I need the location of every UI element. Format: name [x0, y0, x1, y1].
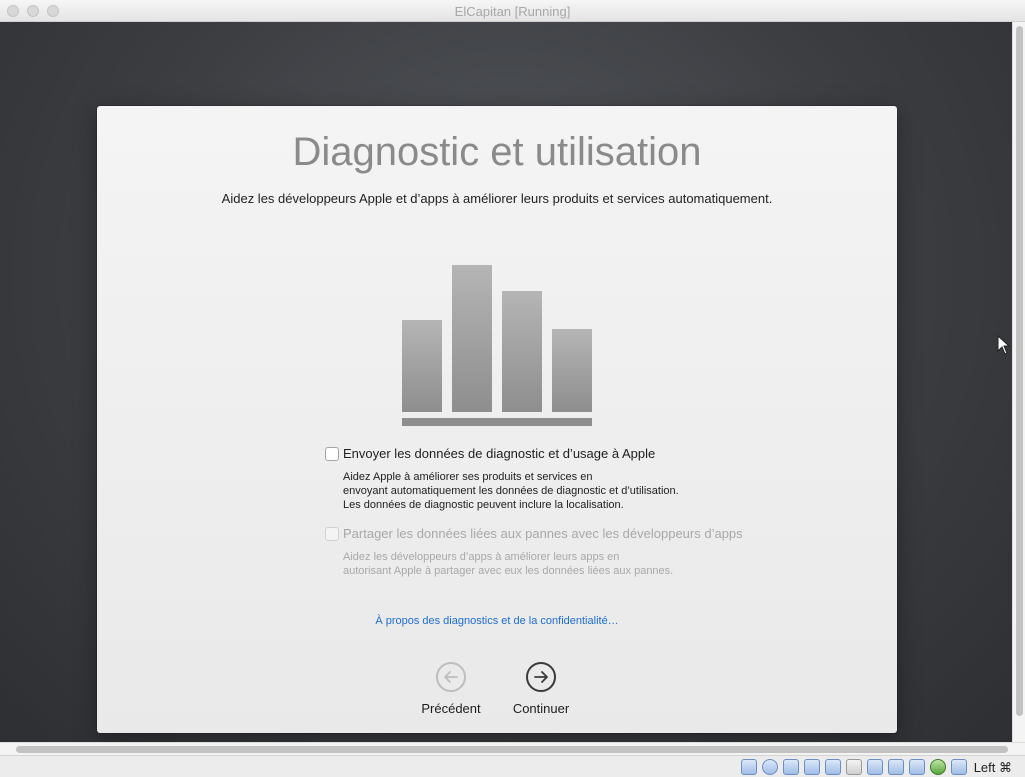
share-crash-data-label: Partager les données liées aux pannes av…	[343, 526, 743, 541]
privacy-link[interactable]: À propos des diagnostics et de la confid…	[97, 615, 897, 627]
display-icon[interactable]	[867, 759, 883, 775]
illustration-bar	[552, 329, 592, 412]
vertical-scrollbar-thumb[interactable]	[1016, 26, 1023, 716]
illustration-bar	[402, 320, 442, 412]
network-icon[interactable]	[804, 759, 820, 775]
page-subtitle: Aidez les développeurs Apple et d’apps à…	[221, 191, 773, 206]
host-key-label: Left ⌘	[973, 760, 1012, 775]
forward-arrow-icon	[526, 662, 556, 692]
hard-disk-icon[interactable]	[741, 759, 757, 775]
illustration-bar	[452, 265, 492, 412]
send-diagnostics-desc-line: envoyant automatiquement les données de …	[343, 485, 679, 497]
video-capture-icon[interactable]	[888, 759, 904, 775]
share-crash-data-checkbox[interactable]	[325, 527, 339, 541]
continue-label: Continuer	[512, 701, 570, 716]
download-icon[interactable]	[951, 759, 967, 775]
horizontal-scrollbar[interactable]	[0, 742, 1025, 755]
share-crash-data-desc-line: Aidez les développeurs d’apps à améliore…	[343, 551, 620, 563]
mouse-pointer-icon	[997, 335, 1011, 355]
illustration-bar	[502, 291, 542, 412]
continue-button[interactable]: Continuer	[496, 662, 586, 716]
back-label: Précédent	[421, 701, 481, 716]
window-titlebar: ElCapitan [Running]	[0, 0, 1025, 22]
bar-chart-illustration-icon	[402, 256, 592, 426]
optical-drive-icon[interactable]	[762, 759, 778, 775]
guest-display[interactable]: Diagnostic et utilisation Aidez les déve…	[0, 22, 1012, 742]
send-diagnostics-label[interactable]: Envoyer les données de diagnostic et d’u…	[343, 446, 655, 461]
send-diagnostics-desc-line: Aidez Apple à améliorer ses produits et …	[343, 471, 593, 483]
setup-assistant-panel: Diagnostic et utilisation Aidez les déve…	[97, 106, 897, 733]
back-button[interactable]: Précédent	[406, 662, 496, 716]
horizontal-scrollbar-thumb[interactable]	[16, 746, 1008, 753]
window-title: ElCapitan [Running]	[454, 4, 571, 19]
mouse-integration-icon[interactable]	[930, 759, 946, 775]
shared-folder-icon[interactable]	[846, 759, 862, 775]
page-title: Diagnostic et utilisation	[292, 130, 702, 174]
share-crash-data-desc-line: autorisant Apple à partager avec eux les…	[343, 565, 674, 577]
vm-status-bar: Left ⌘	[0, 755, 1025, 777]
send-diagnostics-desc-line: Les données de diagnostic peuvent inclur…	[343, 499, 624, 511]
usb-icon[interactable]	[825, 759, 841, 775]
audio-icon[interactable]	[783, 759, 799, 775]
cpu-icon[interactable]	[909, 759, 925, 775]
vertical-scrollbar[interactable]	[1012, 22, 1025, 742]
back-arrow-icon	[436, 662, 466, 692]
send-diagnostics-checkbox[interactable]	[325, 447, 339, 461]
illustration-baseline	[402, 418, 592, 426]
